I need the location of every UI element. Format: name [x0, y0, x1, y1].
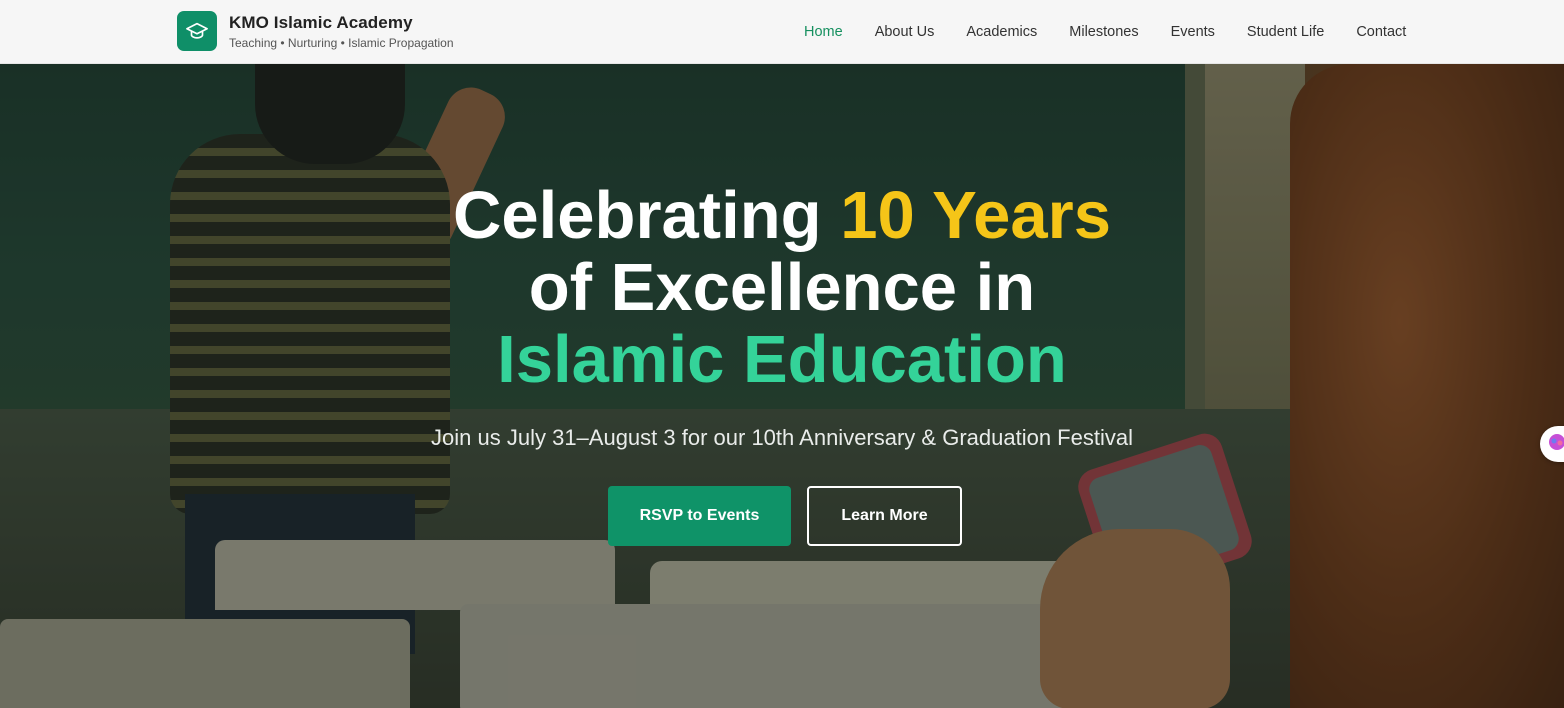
hero-subtitle: Join us July 31–August 3 for our 10th An… [431, 425, 1133, 450]
brand-text: KMO Islamic Academy Teaching • Nurturing… [229, 12, 454, 51]
headline-highlight-years: 10 Years [840, 178, 1111, 253]
main-nav: Home About Us Academics Milestones Event… [788, 0, 1422, 64]
nav-home[interactable]: Home [788, 0, 859, 64]
headline-text: of Excellence in [528, 250, 1036, 325]
learn-more-button[interactable]: Learn More [807, 486, 962, 546]
brand[interactable]: KMO Islamic Academy Teaching • Nurturing… [177, 11, 454, 51]
nav-student-life[interactable]: Student Life [1231, 0, 1340, 64]
nav-milestones[interactable]: Milestones [1053, 0, 1154, 64]
nav-about-us[interactable]: About Us [859, 0, 951, 64]
graduation-cap-icon [177, 11, 217, 51]
assistant-bubble-icon [1548, 433, 1564, 456]
hero-headline: Celebrating 10 Years of Excellence in Is… [0, 180, 1564, 396]
rsvp-button[interactable]: RSVP to Events [608, 486, 791, 546]
brand-tagline: Teaching • Nurturing • Islamic Propagati… [229, 35, 454, 50]
nav-events[interactable]: Events [1155, 0, 1231, 64]
hero-section: Celebrating 10 Years of Excellence in Is… [0, 64, 1564, 708]
site-header: KMO Islamic Academy Teaching • Nurturing… [0, 0, 1564, 64]
nav-academics[interactable]: Academics [950, 0, 1053, 64]
nav-contact[interactable]: Contact [1340, 0, 1422, 64]
headline-text: Celebrating [453, 178, 841, 253]
headline-highlight-education: Islamic Education [497, 322, 1067, 397]
brand-name: KMO Islamic Academy [229, 12, 413, 32]
